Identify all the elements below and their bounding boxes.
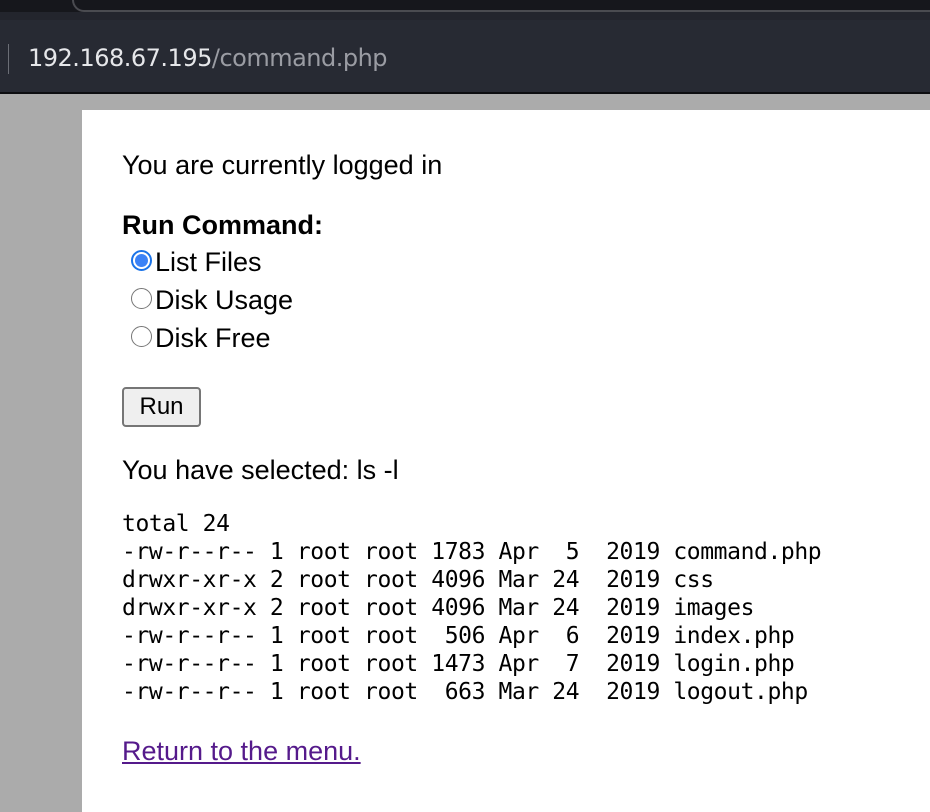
url-path: /command.php: [211, 44, 388, 72]
radio-label: Disk Free: [155, 323, 271, 353]
url-host: 192.168.67.195: [28, 44, 212, 72]
radio-label: List Files: [155, 247, 262, 277]
command-output: total 24 -rw-r--r-- 1 root root 1783 Apr…: [122, 510, 822, 706]
browser-tab-strip: [0, 0, 930, 12]
run-command-label: Run Command:: [122, 210, 323, 240]
output-line: -rw-r--r-- 1 root root 506 Apr 6 2019 in…: [122, 623, 795, 649]
output-line: -rw-r--r-- 1 root root 663 Mar 24 2019 l…: [122, 679, 808, 705]
active-tab[interactable]: [72, 0, 930, 12]
radio-button-list-files[interactable]: [131, 250, 152, 271]
selected-command-text: You have selected: ls -l: [122, 455, 399, 485]
output-line: -rw-r--r-- 1 root root 1783 Apr 5 2019 c…: [122, 539, 822, 565]
return-to-menu-link[interactable]: Return to the menu.: [122, 736, 361, 767]
radio-button-disk-usage[interactable]: [131, 288, 152, 309]
browser-toolbar: 192.168.67.195/command.php: [0, 12, 930, 92]
url-divider: [8, 44, 9, 74]
output-line: drwxr-xr-x 2 root root 4096 Mar 24 2019 …: [122, 595, 755, 621]
page-content: You are currently logged in Run Command:…: [82, 110, 930, 812]
login-status: You are currently logged in: [122, 150, 443, 180]
radio-button-disk-free[interactable]: [131, 326, 152, 347]
radio-option-disk-free[interactable]: Disk Free: [131, 323, 271, 354]
output-line: drwxr-xr-x 2 root root 4096 Mar 24 2019 …: [122, 567, 714, 593]
output-line: total 24: [122, 511, 230, 537]
address-bar[interactable]: 192.168.67.195/command.php: [28, 44, 388, 72]
radio-option-list-files[interactable]: List Files: [131, 247, 262, 278]
run-button[interactable]: Run: [122, 387, 201, 427]
output-line: -rw-r--r-- 1 root root 1473 Apr 7 2019 l…: [122, 651, 795, 677]
radio-label: Disk Usage: [155, 285, 294, 315]
toolbar-border: [0, 92, 930, 94]
radio-option-disk-usage[interactable]: Disk Usage: [131, 285, 293, 316]
